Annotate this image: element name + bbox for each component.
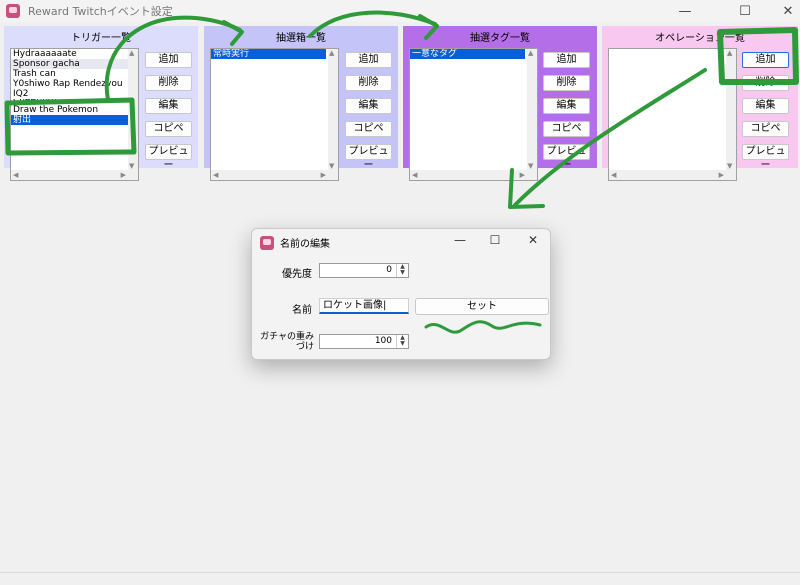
scroll-left-icon[interactable]: ◀ <box>213 171 218 179</box>
scroll-up-icon[interactable]: ▲ <box>727 49 732 57</box>
delete-lottery-box-button[interactable]: 削除 <box>345 75 392 91</box>
list-item[interactable]: IQ2 <box>11 89 138 99</box>
gacha-weight-label-line1: ガチャの重み <box>260 332 314 342</box>
copy-trigger-button[interactable]: コピペ <box>145 121 192 137</box>
gacha-weight-value[interactable]: 100 <box>375 336 392 346</box>
name-label: 名前 <box>292 305 312 316</box>
scroll-right-icon[interactable]: ▶ <box>121 171 126 179</box>
add-trigger-button[interactable]: 追加 <box>145 52 192 68</box>
trigger-button-group: 追加 削除 編集 コピペ プレビュー <box>145 52 192 171</box>
priority-label: 優先度 <box>282 269 312 280</box>
scroll-left-icon[interactable]: ◀ <box>611 171 616 179</box>
scroll-left-icon[interactable]: ◀ <box>13 171 18 179</box>
lottery-box-button-group: 追加 削除 編集 コピペ プレビュー <box>345 52 392 171</box>
set-button[interactable]: セット <box>415 298 549 315</box>
preview-lottery-box-button[interactable]: プレビュー <box>345 144 392 171</box>
list-item[interactable]: Sponsor gacha <box>11 59 138 69</box>
scroll-left-icon[interactable]: ◀ <box>412 171 417 179</box>
maximize-button[interactable]: ☐ <box>722 0 768 22</box>
lottery-box-list[interactable]: 常時実行 ▲ ▼ ◀ ▶ <box>210 48 339 181</box>
dialog-title-bar: 名前の編集 <box>260 235 330 250</box>
list-item[interactable]: Draw the Pokemon <box>11 105 138 115</box>
add-lottery-box-button[interactable]: 追加 <box>345 52 392 68</box>
title-bar: Reward Twitchイベント設定 — ☐ ✕ <box>0 0 800 22</box>
priority-value[interactable]: 0 <box>386 265 392 275</box>
vertical-scrollbar[interactable]: ▲ ▼ <box>328 49 338 170</box>
edit-trigger-button[interactable]: 編集 <box>145 98 192 114</box>
trigger-panel: トリガー一覧 Hydraaaaaate Sponsor gacha Trash … <box>4 26 198 181</box>
app-icon <box>260 235 274 250</box>
scroll-down-icon[interactable]: ▼ <box>129 162 134 170</box>
operation-button-group: 追加 削除 編集 コピペ プレビュー <box>742 52 789 171</box>
name-input[interactable]: ロケット画像| <box>319 298 409 314</box>
dialog-minimize-button[interactable]: — <box>442 233 478 251</box>
gacha-weight-label: ガチャの重み づけ <box>254 332 314 352</box>
delete-lottery-tag-button[interactable]: 削除 <box>543 75 590 91</box>
minimize-button[interactable]: — <box>662 0 708 22</box>
lottery-box-panel-title: 抽選箱一覧 <box>276 33 326 44</box>
window-title: Reward Twitchイベント設定 <box>28 5 173 18</box>
scroll-down-icon[interactable]: ▼ <box>528 162 533 170</box>
vertical-scrollbar[interactable]: ▲ ▼ <box>527 49 537 170</box>
preview-lottery-tag-button[interactable]: プレビュー <box>543 144 590 171</box>
dialog-maximize-button[interactable]: ☐ <box>477 233 513 251</box>
edit-name-dialog: 名前の編集 — ☐ ✕ 優先度 0 ▲ ▼ 名前 ロケット画像| セット ガチャ… <box>251 228 551 360</box>
dialog-close-button[interactable]: ✕ <box>515 233 551 251</box>
copy-lottery-tag-button[interactable]: コピペ <box>543 121 590 137</box>
lottery-tag-list[interactable]: 一意なタグ ▲ ▼ ◀ ▶ <box>409 48 538 181</box>
trigger-list[interactable]: Hydraaaaaate Sponsor gacha Trash can Y0s… <box>10 48 139 181</box>
vertical-scrollbar[interactable]: ▲ ▼ <box>726 49 736 170</box>
lottery-tag-button-group: 追加 削除 編集 コピペ プレビュー <box>543 52 590 171</box>
list-item[interactable]: Y0shiwo Rap Rendezvou <box>11 79 138 89</box>
spinner-buttons[interactable]: ▲ ▼ <box>396 335 408 348</box>
list-item[interactable]: Trash can <box>11 69 138 79</box>
gacha-weight-label-line2: づけ <box>295 342 314 352</box>
delete-operation-button[interactable]: 削除 <box>742 75 789 91</box>
lottery-box-panel: 抽選箱一覧 常時実行 ▲ ▼ ◀ ▶ 追加 削除 編集 コピペ プレビュー <box>204 26 398 181</box>
list-item-selected[interactable]: 射出 <box>11 115 138 125</box>
edit-lottery-box-button[interactable]: 編集 <box>345 98 392 114</box>
scroll-up-icon[interactable]: ▲ <box>329 49 334 57</box>
vertical-scrollbar[interactable]: ▲ ▼ <box>128 49 138 170</box>
scroll-down-icon[interactable]: ▼ <box>329 162 334 170</box>
scroll-right-icon[interactable]: ▶ <box>520 171 525 179</box>
operation-panel: オペレーション一覧 ▲ ▼ ◀ ▶ 追加 削除 編集 コピペ プレビュー <box>602 26 798 181</box>
scroll-right-icon[interactable]: ▶ <box>719 171 724 179</box>
list-item[interactable]: Hydraaaaaate <box>11 49 138 59</box>
scroll-right-icon[interactable]: ▶ <box>321 171 326 179</box>
scroll-up-icon[interactable]: ▲ <box>528 49 533 57</box>
scroll-down-icon[interactable]: ▼ <box>727 162 732 170</box>
scroll-up-icon[interactable]: ▲ <box>129 49 134 57</box>
horizontal-scrollbar[interactable]: ◀ ▶ <box>410 170 537 180</box>
delete-trigger-button[interactable]: 削除 <box>145 75 192 91</box>
spin-down-icon[interactable]: ▼ <box>397 270 408 276</box>
status-bar <box>0 572 800 585</box>
copy-operation-button[interactable]: コピペ <box>742 121 789 137</box>
app-icon <box>6 4 20 18</box>
operation-list[interactable]: ▲ ▼ ◀ ▶ <box>608 48 737 181</box>
trigger-panel-title: トリガー一覧 <box>71 33 131 44</box>
horizontal-scrollbar[interactable]: ◀ ▶ <box>11 170 138 180</box>
priority-spinner[interactable]: 0 ▲ ▼ <box>319 263 409 278</box>
preview-operation-button[interactable]: プレビュー <box>742 144 789 171</box>
preview-trigger-button[interactable]: プレビュー <box>145 144 192 171</box>
lottery-tag-panel: 抽選タグ一覧 一意なタグ ▲ ▼ ◀ ▶ 追加 削除 編集 コピペ プレビュー <box>403 26 597 181</box>
add-operation-button[interactable]: 追加 <box>742 52 789 68</box>
list-item-selected[interactable]: 常時実行 <box>211 49 326 59</box>
lottery-tag-panel-title: 抽選タグ一覧 <box>470 33 530 44</box>
spin-down-icon[interactable]: ▼ <box>397 341 408 347</box>
edit-operation-button[interactable]: 編集 <box>742 98 789 114</box>
spinner-buttons[interactable]: ▲ ▼ <box>396 264 408 277</box>
operation-panel-title: オペレーション一覧 <box>655 33 745 44</box>
horizontal-scrollbar[interactable]: ◀ ▶ <box>211 170 338 180</box>
dialog-title: 名前の編集 <box>280 239 330 250</box>
copy-lottery-box-button[interactable]: コピペ <box>345 121 392 137</box>
horizontal-scrollbar[interactable]: ◀ ▶ <box>609 170 736 180</box>
edit-lottery-tag-button[interactable]: 編集 <box>543 98 590 114</box>
gacha-weight-spinner[interactable]: 100 ▲ ▼ <box>319 334 409 349</box>
close-button[interactable]: ✕ <box>776 0 800 22</box>
list-item-selected[interactable]: 一意なタグ <box>410 49 525 59</box>
add-lottery-tag-button[interactable]: 追加 <box>543 52 590 68</box>
